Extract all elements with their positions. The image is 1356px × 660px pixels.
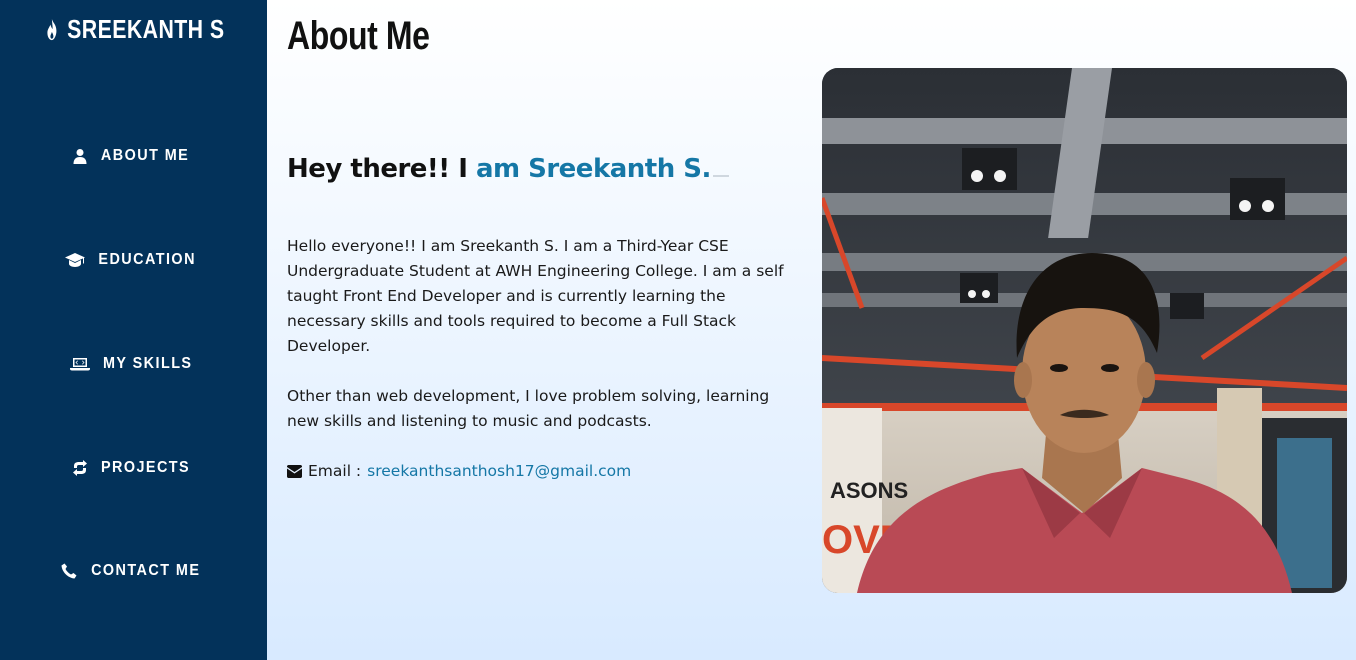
greeting-heading: Hey there!! I am Sreekanth S. bbox=[287, 154, 729, 184]
laptop-code-icon bbox=[69, 358, 90, 371]
sidebar-item-education[interactable]: EDUCATION bbox=[0, 245, 267, 275]
profile-photo-image: ASONS OVE bbox=[822, 68, 1347, 593]
sidebar-item-projects[interactable]: PROJECTS bbox=[0, 453, 267, 483]
typing-cursor bbox=[712, 175, 729, 177]
email-row: Email : sreekanthsanthosh17@gmail.com bbox=[287, 459, 631, 484]
about-paragraph-1: Hello everyone!! I am Sreekanth S. I am … bbox=[287, 237, 784, 355]
envelope-icon bbox=[287, 465, 302, 478]
email-label: Email : bbox=[308, 462, 362, 480]
profile-photo: ASONS OVE bbox=[822, 68, 1347, 593]
email-link[interactable]: sreekanthsanthosh17@gmail.com bbox=[367, 459, 631, 484]
about-section: About Me Hey there!! I am Sreekanth S. H… bbox=[267, 0, 1356, 660]
page-title: About Me bbox=[287, 14, 430, 58]
project-diagram-icon bbox=[72, 460, 87, 476]
sidebar-item-label: EDUCATION bbox=[98, 251, 197, 268]
sidebar-item-about-me[interactable]: ABOUT ME bbox=[0, 141, 267, 171]
brand[interactable]: SREEKANTH S bbox=[24, 14, 243, 45]
fire-icon bbox=[47, 18, 57, 40]
brand-name: SREEKANTH S bbox=[67, 14, 225, 44]
sidebar-item-label: ABOUT ME bbox=[101, 147, 190, 164]
about-paragraph-2: Other than web development, I love probl… bbox=[287, 387, 770, 430]
sidebar-item-contact-me[interactable]: CONTACT ME bbox=[0, 556, 267, 586]
app-root: SREEKANTH S ABOUT ME EDUCATION MY SKILLS… bbox=[0, 0, 1356, 660]
sidebar-item-my-skills[interactable]: MY SKILLS bbox=[0, 349, 267, 379]
user-icon bbox=[73, 149, 87, 164]
typed-name: am Sreekanth S. bbox=[475, 154, 711, 184]
sidebar-item-label: PROJECTS bbox=[100, 459, 191, 476]
graduation-cap-icon bbox=[65, 253, 86, 267]
sidebar-item-label: CONTACT ME bbox=[90, 562, 201, 579]
greeting-prefix: Hey there!! I bbox=[287, 154, 468, 184]
sidebar: SREEKANTH S ABOUT ME EDUCATION MY SKILLS… bbox=[0, 0, 267, 660]
svg-text:ASONS: ASONS bbox=[830, 478, 908, 503]
sidebar-item-label: MY SKILLS bbox=[102, 355, 193, 372]
phone-icon bbox=[61, 563, 77, 579]
